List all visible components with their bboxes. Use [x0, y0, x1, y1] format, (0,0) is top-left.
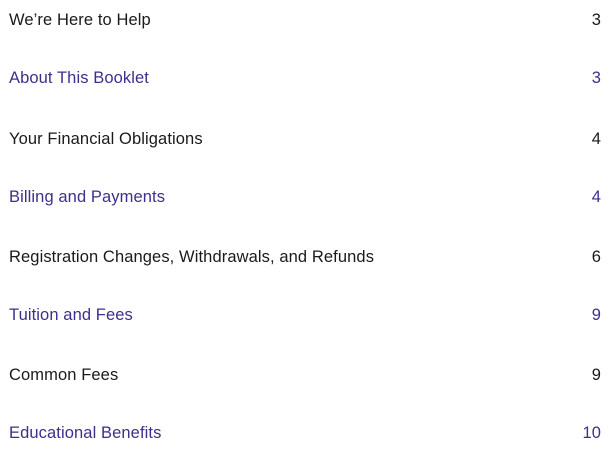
toc-entry-about-this-booklet[interactable]: About This Booklet 3	[9, 64, 601, 92]
toc-entry-title: Registration Changes, Withdrawals, and R…	[9, 247, 375, 266]
toc-entry-page-number: 9	[591, 365, 601, 384]
toc-entry-educational-benefits[interactable]: Educational Benefits 10	[9, 419, 601, 447]
toc-entry-title: Your Financial Obligations	[9, 129, 203, 148]
toc-entry-title: Common Fees	[9, 365, 119, 384]
toc-entry-billing-and-payments[interactable]: Billing and Payments 4	[9, 183, 601, 211]
table-of-contents: We’re Here to Help 3 About This Booklet …	[0, 0, 611, 454]
toc-entry-page-number: 9	[591, 305, 601, 324]
toc-entry-page-number: 4	[591, 129, 601, 148]
toc-entry-title: We’re Here to Help	[9, 10, 151, 29]
toc-entry-page-number: 4	[591, 187, 601, 206]
toc-entry-page-number: 6	[591, 247, 601, 266]
toc-entry-registration-changes[interactable]: Registration Changes, Withdrawals, and R…	[9, 243, 601, 271]
toc-entry-tuition-and-fees[interactable]: Tuition and Fees 9	[9, 301, 601, 329]
toc-entry-title: Educational Benefits	[9, 423, 162, 442]
toc-entry-page-number: 3	[591, 10, 601, 29]
toc-entry-common-fees[interactable]: Common Fees 9	[9, 361, 601, 389]
toc-entry-page-number: 3	[591, 68, 601, 87]
toc-entry-your-financial-obligations[interactable]: Your Financial Obligations 4	[9, 125, 601, 153]
toc-entry-title: Billing and Payments	[9, 187, 166, 206]
toc-entry-title: Tuition and Fees	[9, 305, 133, 324]
toc-entry-title: About This Booklet	[9, 68, 149, 87]
toc-entry-were-here-to-help[interactable]: We’re Here to Help 3	[9, 6, 601, 34]
toc-entry-page-number: 10	[582, 423, 601, 442]
